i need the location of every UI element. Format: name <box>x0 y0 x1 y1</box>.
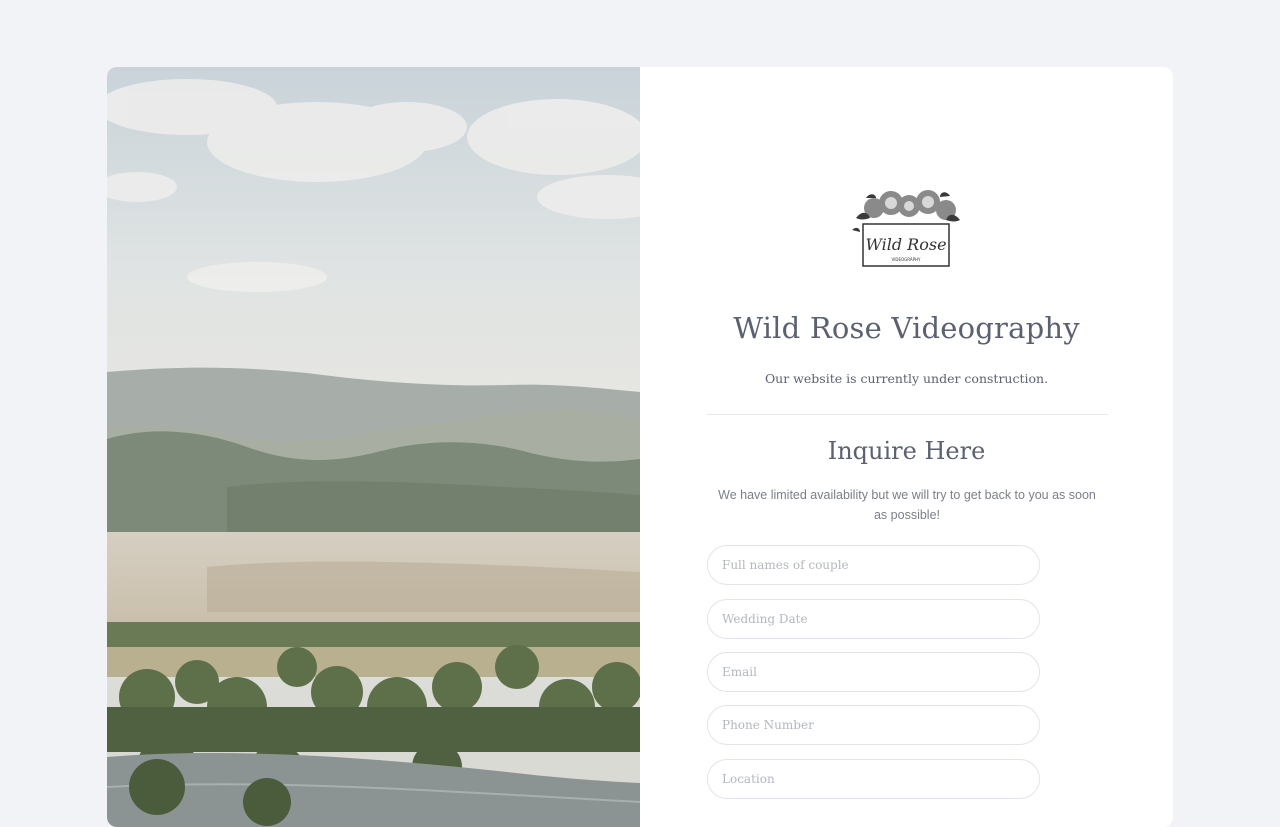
couple-names-input[interactable] <box>707 545 1040 585</box>
inquiry-description: We have limited availability but we will… <box>718 488 1096 522</box>
construction-notice: Our website is currently under construct… <box>764 371 1049 386</box>
brand-logo: Wild Rose VIDEOGRAPHY <box>846 188 970 272</box>
divider <box>707 414 1108 415</box>
inquiry-heading: Inquire Here <box>827 437 986 465</box>
landing-card: Wild Rose VIDEOGRAPHY Wild Rose Videogra… <box>107 67 1173 827</box>
hero-landscape-image <box>107 67 640 827</box>
svg-text:Wild Rose: Wild Rose <box>865 235 946 254</box>
wedding-date-input[interactable] <box>707 599 1040 639</box>
phone-number-input[interactable] <box>707 705 1040 745</box>
email-input[interactable] <box>707 652 1040 692</box>
location-input[interactable] <box>707 759 1040 799</box>
site-title: Wild Rose Videography <box>733 311 1080 345</box>
svg-text:VIDEOGRAPHY: VIDEOGRAPHY <box>892 257 922 262</box>
info-panel: Wild Rose VIDEOGRAPHY Wild Rose Videogra… <box>640 67 1173 827</box>
